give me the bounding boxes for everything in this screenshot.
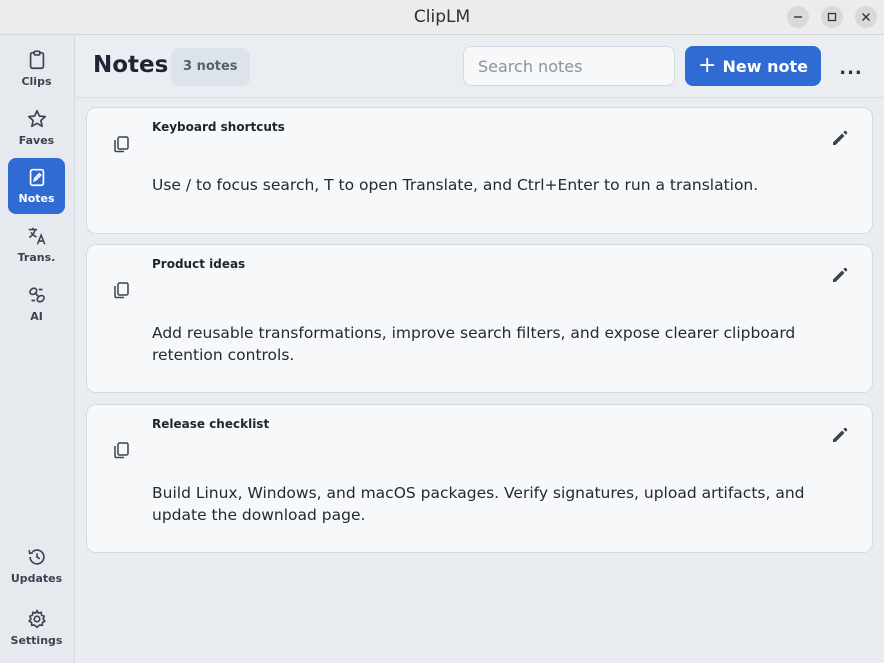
pencil-icon[interactable]: [830, 128, 850, 148]
new-note-label: New note: [722, 56, 808, 76]
sidebar-item-label: Trans.: [17, 251, 56, 264]
page-title: Notes: [93, 52, 169, 78]
sidebar-item-settings[interactable]: Settings: [8, 600, 65, 656]
notes-header: Notes 3 notes + New note ...: [76, 35, 884, 98]
note-body: Use / to focus search, T to open Transla…: [152, 176, 759, 194]
sidebar-item-label: Updates: [10, 572, 63, 585]
window-title: ClipLM: [413, 7, 471, 27]
note-title: Keyboard shortcuts: [152, 120, 285, 134]
history-icon: [27, 549, 45, 565]
star-icon: [27, 109, 46, 128]
note-card[interactable]: Release checklist Build Linux, Windows, …: [86, 404, 873, 553]
sidebar-item-clips[interactable]: Clips: [8, 41, 65, 97]
sidebar-item-label: AI: [30, 310, 43, 323]
sidebar-item-faves[interactable]: Faves: [8, 100, 65, 156]
clipboard-icon: [29, 50, 44, 70]
copy-icon[interactable]: [111, 134, 131, 154]
sidebar-item-updates[interactable]: Updates: [8, 538, 65, 594]
minimize-button[interactable]: [787, 6, 809, 28]
note-edit-icon: [29, 168, 44, 187]
sidebar-item-label: Settings: [10, 634, 63, 647]
sidebar: Clips Faves Notes Trans. AI Updates Sett…: [0, 35, 75, 663]
sidebar-item-ai[interactable]: AI: [8, 276, 65, 332]
sidebar-item-label: Clips: [21, 75, 52, 88]
sidebar-item-label: Notes: [18, 192, 55, 205]
close-button[interactable]: [855, 6, 877, 28]
maximize-button[interactable]: [821, 6, 843, 28]
note-title: Release checklist: [152, 417, 270, 431]
sidebar-item-label: Faves: [18, 134, 55, 147]
search-input[interactable]: [463, 46, 675, 86]
maximize-icon: [827, 12, 837, 22]
title-bar: ClipLM: [0, 0, 884, 35]
gear-icon: [27, 609, 46, 629]
pencil-icon[interactable]: [830, 265, 850, 285]
note-body: Add reusable transformations, improve se…: [152, 324, 796, 364]
minimize-icon: [794, 16, 802, 18]
plus-icon: +: [698, 53, 717, 78]
pencil-icon[interactable]: [830, 425, 850, 445]
sidebar-item-notes[interactable]: Notes: [8, 158, 65, 214]
ai-icon: [28, 287, 45, 303]
note-card[interactable]: Keyboard shortcuts Use / to focus search…: [86, 107, 873, 234]
note-card[interactable]: Product ideas Add reusable transformatio…: [86, 244, 873, 393]
note-title: Product ideas: [152, 257, 246, 271]
main-content: Notes 3 notes + New note ... Keyboard sh…: [76, 35, 884, 663]
copy-icon[interactable]: [111, 440, 131, 460]
new-note-button[interactable]: + New note: [685, 46, 821, 86]
copy-icon[interactable]: [111, 280, 131, 300]
notes-count-badge: 3 notes: [171, 48, 250, 86]
sidebar-item-translate[interactable]: Trans.: [8, 217, 65, 273]
close-icon: [862, 13, 870, 21]
translate-icon: [28, 227, 46, 245]
more-options-button[interactable]: ...: [838, 57, 864, 79]
note-body: Build Linux, Windows, and macOS packages…: [152, 484, 805, 524]
